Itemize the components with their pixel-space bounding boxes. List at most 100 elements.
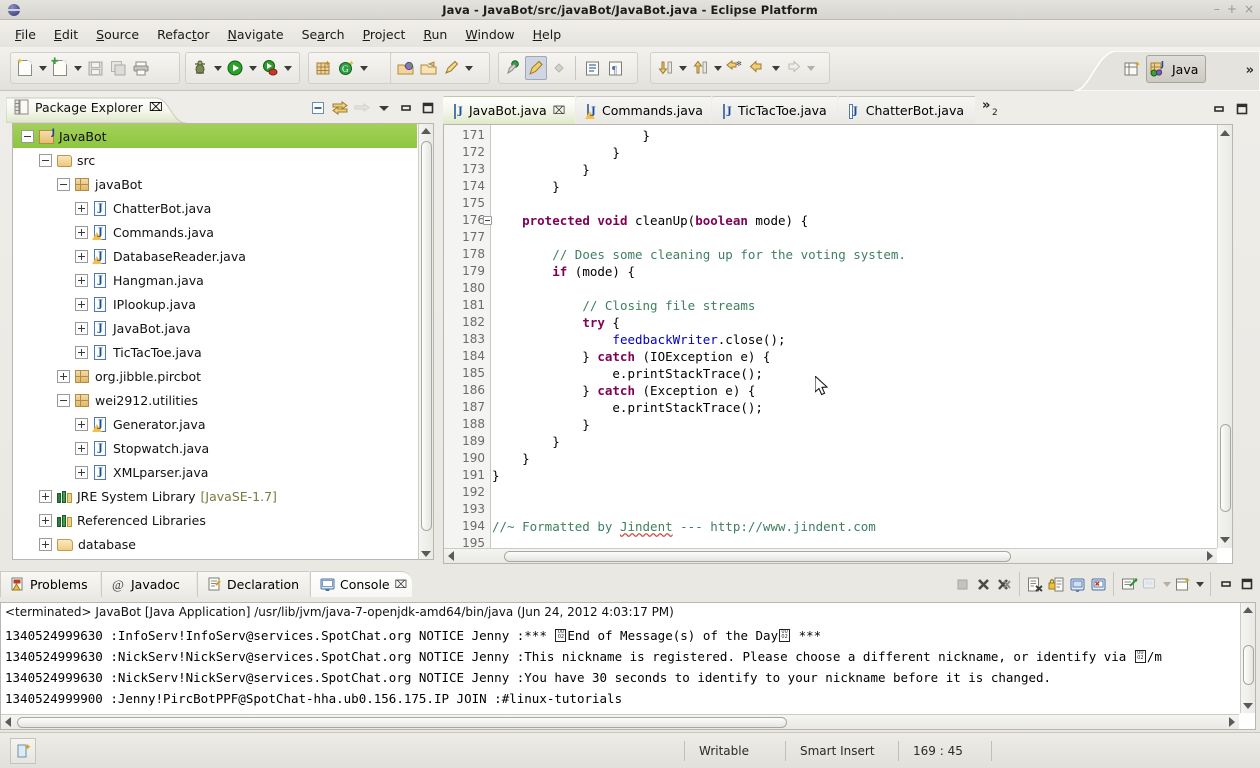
tree-item-xmlparser-java[interactable]: XMLparser.java [13,460,417,484]
link-with-editor-icon[interactable] [330,98,350,118]
toggle-mark-occurrences-icon[interactable] [502,56,524,80]
tree-item-tictactoe-java[interactable]: TicTacToe.java [13,340,417,364]
search-icon[interactable] [440,56,462,80]
pilcrow-icon[interactable]: ¶ [604,56,626,80]
new-java-package-icon[interactable]: G✦ [335,56,357,80]
bottom-tab-close-icon[interactable]: ⌧ [395,578,408,591]
smart-insert-status-icon[interactable]: ✦ [10,738,36,764]
expand-icon[interactable] [75,250,88,263]
debug-dropdown[interactable] [212,56,223,80]
search-dropdown[interactable] [463,56,474,80]
tree-item-generator-java[interactable]: Generator.java [13,412,417,436]
tree-item-org-jibble-pircbot[interactable]: org.jibble.pircbot [13,364,417,388]
maximize-icon[interactable] [418,98,438,118]
editor-tab-close-icon[interactable]: ⌧ [553,104,566,117]
scroll-lock-icon[interactable] [1046,574,1066,594]
new-console-view-dropdown[interactable] [1194,572,1205,596]
editor-tab-chatterbot-java[interactable]: ChatterBot.java [838,96,975,124]
editor-minimize-icon[interactable] [1209,99,1229,119]
expand-icon[interactable] [57,370,70,383]
menu-help[interactable]: Help [524,24,571,45]
new-wizard-icon[interactable]: ✦ [14,56,36,80]
run-icon[interactable] [224,56,246,80]
menu-search[interactable]: Search [293,24,354,45]
new-java-class-icon[interactable]: ✚ [49,56,71,80]
editor-scroll-up-arrow[interactable] [1220,130,1230,136]
console-scroll-left-arrow[interactable] [5,717,11,727]
minimize-icon[interactable] [396,98,416,118]
package-explorer-close-icon[interactable]: ⌧ [149,100,163,114]
editor-scroll-right-arrow[interactable] [1207,551,1213,561]
expand-icon[interactable] [75,298,88,311]
new-java-project-icon[interactable]: ✦ [312,56,334,80]
tree-item-jre-system-library[interactable]: JRE System Library[JavaSE-1.7] [13,484,417,508]
open-task-icon[interactable] [417,56,439,80]
open-perspective-button[interactable]: ✦ [1120,55,1148,83]
editor-tab-commands-java[interactable]: Commands.java [576,96,711,124]
editor-maximize-icon[interactable] [1232,99,1252,119]
expand-icon[interactable] [75,442,88,455]
expand-icon[interactable] [75,418,88,431]
tree-item-javabot[interactable]: JavaBot [13,124,417,148]
console-scroll-up-arrow[interactable] [1243,607,1253,613]
expand-icon[interactable] [75,202,88,215]
tree-item-database[interactable]: database [13,532,417,556]
expand-icon[interactable] [39,514,52,527]
console-scroll-thumb-h[interactable] [17,717,787,728]
editor-horizontal-scrollbar[interactable] [444,548,1217,563]
new-java-package-dropdown[interactable] [358,56,369,80]
expand-icon[interactable] [39,490,52,503]
tree-scroll-up-arrow[interactable] [421,128,431,134]
minimize-button[interactable]: – [1214,3,1220,15]
editor-scroll-down-arrow[interactable] [1220,537,1230,543]
tree-scroll-thumb[interactable] [421,141,432,531]
show-whitespace-icon[interactable] [581,56,603,80]
editor-scroll-thumb-h[interactable] [504,551,1011,562]
bottom-tab-problems[interactable]: Problems [0,571,100,597]
editor-scroll-thumb-v[interactable] [1220,424,1231,512]
tree-item-chatterbot-java[interactable]: ChatterBot.java [13,196,417,220]
pin-console-icon[interactable] [1067,574,1087,594]
menu-source[interactable]: Source [87,24,148,45]
perspective-overflow-chevron[interactable]: » [1246,63,1254,78]
code-editor[interactable]: 1711721731741751761771781791801811821831… [443,124,1233,564]
print-icon[interactable] [130,56,152,80]
tree-item-stopwatch-java[interactable]: Stopwatch.java [13,436,417,460]
tree-item-javabot[interactable]: javaBot [13,172,417,196]
editor-vertical-scrollbar[interactable] [1217,125,1232,548]
expand-icon[interactable] [75,226,88,239]
expand-icon[interactable] [75,346,88,359]
console-horizontal-scrollbar[interactable] [1,714,1239,729]
collapse-icon[interactable] [57,178,70,191]
tree-item-wei2912-utilities[interactable]: wei2912.utilities [13,388,417,412]
menu-project[interactable]: Project [354,24,415,45]
display-selected-console-icon[interactable] [1088,574,1108,594]
remove-launch-icon[interactable] [973,574,993,594]
tree-item-databasereader-java[interactable]: DatabaseReader.java [13,244,417,268]
editor-tab-overflow[interactable]: » [982,98,990,113]
console-scroll-down-arrow[interactable] [1243,703,1253,709]
remove-all-terminated-icon[interactable] [994,574,1014,594]
console-scroll-thumb-v[interactable] [1243,645,1254,685]
perspective-java-button[interactable]: J Java [1146,55,1206,83]
editor-code-text[interactable]: } } } } protected void cleanUp(boolean m… [492,127,1232,563]
next-annotation-dropdown[interactable] [677,56,688,80]
console-maximize-icon[interactable] [1237,574,1257,594]
open-console-icon[interactable] [1119,574,1139,594]
view-menu-icon[interactable] [374,98,394,118]
close-button[interactable]: × [1244,3,1254,15]
new-java-class-dropdown[interactable] [72,56,83,80]
next-annotation-icon[interactable] [654,56,676,80]
expand-icon[interactable] [75,322,88,335]
menu-refactor[interactable]: Refactor [148,24,218,45]
editor-tab-javabot-java[interactable]: JavaBot.java⌧ [443,96,575,124]
coverage-icon[interactable] [259,56,281,80]
menu-navigate[interactable]: Navigate [219,24,293,45]
package-explorer-tab[interactable]: Package Explorer ⌧ [14,99,163,115]
open-type-icon[interactable] [394,56,416,80]
console-minimize-icon[interactable] [1216,574,1236,594]
collapse-icon[interactable] [21,130,34,143]
console-output[interactable]: <terminated> JavaBot [Java Application] … [0,602,1256,730]
bottom-tab-console[interactable]: Console⌧ [310,571,412,597]
back-icon[interactable] [747,56,769,80]
